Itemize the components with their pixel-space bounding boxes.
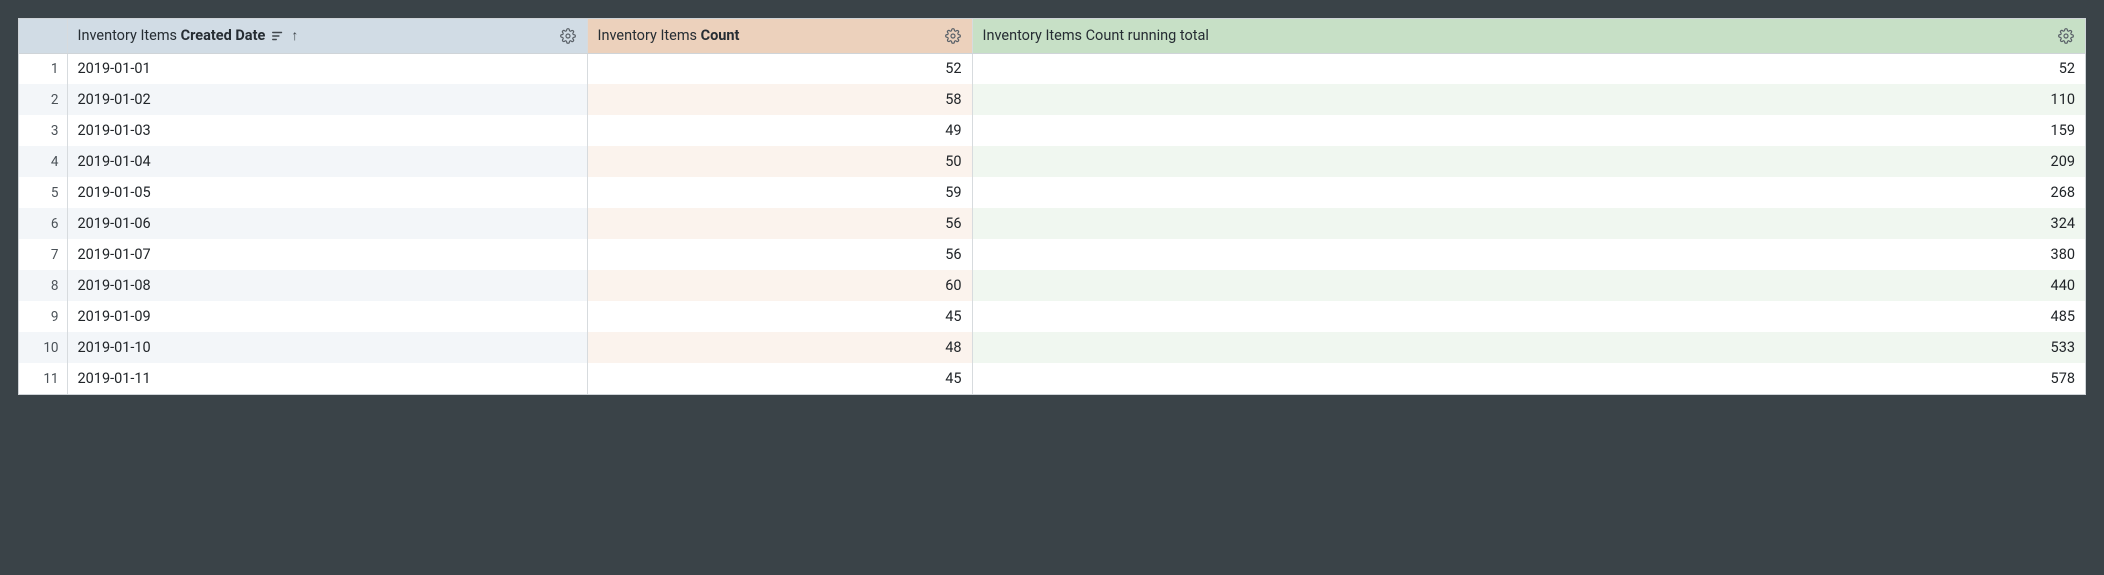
table-body: 12019-01-01525222019-01-025811032019-01-… [19,53,2085,394]
table-row: 12019-01-015252 [19,53,2085,84]
table-row: 92019-01-0945485 [19,301,2085,332]
date-cell[interactable]: 2019-01-09 [67,301,587,332]
date-cell[interactable]: 2019-01-04 [67,146,587,177]
count-cell[interactable]: 45 [587,363,972,394]
date-cell[interactable]: 2019-01-05 [67,177,587,208]
running-total-cell[interactable]: 110 [972,84,2085,115]
date-cell[interactable]: 2019-01-01 [67,53,587,84]
running-total-cell[interactable]: 533 [972,332,2085,363]
running-total-cell[interactable]: 268 [972,177,2085,208]
table-row: 72019-01-0756380 [19,239,2085,270]
date-cell[interactable]: 2019-01-06 [67,208,587,239]
column-label-running-total: Inventory Items Count running total [983,27,1209,44]
sort-indicator-icon [271,29,285,43]
count-cell[interactable]: 58 [587,84,972,115]
date-cell[interactable]: 2019-01-07 [67,239,587,270]
date-cell[interactable]: 2019-01-03 [67,115,587,146]
column-header-rownum[interactable] [19,19,67,53]
table-row: 62019-01-0656324 [19,208,2085,239]
table-row: 52019-01-0559268 [19,177,2085,208]
running-total-cell[interactable]: 209 [972,146,2085,177]
row-number-cell: 4 [19,146,67,177]
column-header-created-date[interactable]: Inventory Items Created Date ↑ [67,19,587,53]
count-cell[interactable]: 49 [587,115,972,146]
date-cell[interactable]: 2019-01-02 [67,84,587,115]
running-total-cell[interactable]: 440 [972,270,2085,301]
count-cell[interactable]: 50 [587,146,972,177]
table-row: 42019-01-0450209 [19,146,2085,177]
row-number-cell: 8 [19,270,67,301]
table-row: 32019-01-0349159 [19,115,2085,146]
row-number-cell: 3 [19,115,67,146]
row-number-cell: 2 [19,84,67,115]
count-cell[interactable]: 56 [587,208,972,239]
row-number-cell: 11 [19,363,67,394]
data-table-panel: Inventory Items Created Date ↑ [18,18,2086,395]
table-row: 22019-01-0258110 [19,84,2085,115]
sort-direction-arrow-icon: ↑ [291,27,298,44]
count-cell[interactable]: 45 [587,301,972,332]
column-menu-button-date[interactable] [559,27,577,45]
count-cell[interactable]: 56 [587,239,972,270]
column-label-created-date: Inventory Items Created Date [78,27,266,44]
running-total-cell[interactable]: 578 [972,363,2085,394]
row-number-cell: 9 [19,301,67,332]
column-header-running-total[interactable]: Inventory Items Count running total [972,19,2085,53]
count-cell[interactable]: 60 [587,270,972,301]
running-total-cell[interactable]: 380 [972,239,2085,270]
count-cell[interactable]: 48 [587,332,972,363]
table-row: 82019-01-0860440 [19,270,2085,301]
row-number-cell: 7 [19,239,67,270]
row-number-cell: 1 [19,53,67,84]
table-row: 102019-01-1048533 [19,332,2085,363]
data-table: Inventory Items Created Date ↑ [19,19,2085,394]
count-cell[interactable]: 59 [587,177,972,208]
table-header-row: Inventory Items Created Date ↑ [19,19,2085,53]
table-row: 112019-01-1145578 [19,363,2085,394]
row-number-cell: 5 [19,177,67,208]
row-number-cell: 10 [19,332,67,363]
column-menu-button-count[interactable] [944,27,962,45]
column-label-count: Inventory Items Count [598,27,740,44]
date-cell[interactable]: 2019-01-10 [67,332,587,363]
date-cell[interactable]: 2019-01-11 [67,363,587,394]
column-header-count[interactable]: Inventory Items Count [587,19,972,53]
running-total-cell[interactable]: 485 [972,301,2085,332]
row-number-cell: 6 [19,208,67,239]
count-cell[interactable]: 52 [587,53,972,84]
date-cell[interactable]: 2019-01-08 [67,270,587,301]
column-menu-button-running-total[interactable] [2057,27,2075,45]
running-total-cell[interactable]: 324 [972,208,2085,239]
running-total-cell[interactable]: 159 [972,115,2085,146]
running-total-cell[interactable]: 52 [972,53,2085,84]
